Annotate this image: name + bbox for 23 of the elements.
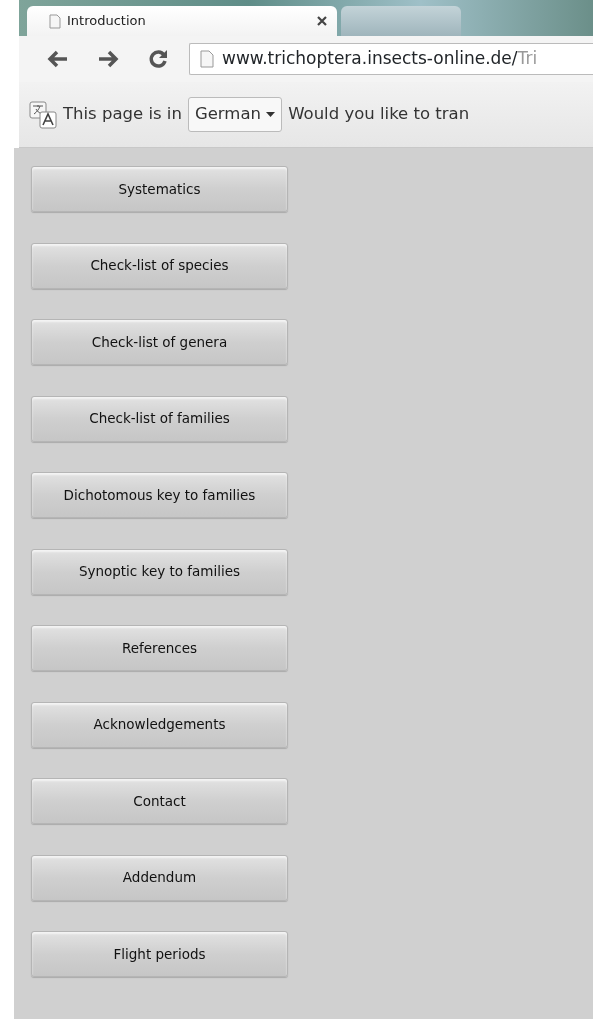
menu-button[interactable]: Check-list of species [31,242,288,289]
menu-button[interactable]: Systematics [31,166,288,212]
menu-button[interactable]: Dichotomous key to families [31,472,288,518]
menu-button[interactable]: Check-list of genera [31,319,288,365]
translate-message: This page is in [63,103,182,126]
translate-icon [29,100,57,129]
caret-icon [266,112,276,118]
translate-question: Would you like to tran [288,103,470,126]
menu-button[interactable]: References [31,625,288,671]
menu-button[interactable]: Addendum [31,854,288,901]
menu-button[interactable]: Contact [31,778,288,824]
address-bar[interactable]: www.trichoptera.insects-online.de/Tri [189,43,593,75]
language-dropdown[interactable]: German [187,97,283,132]
menu-button[interactable]: Acknowledgements [31,701,288,748]
tab-title: Introduction [67,12,147,31]
menu-button[interactable]: Synoptic key to families [31,548,288,595]
menu-button[interactable]: Check-list of families [31,395,288,442]
menu-button[interactable]: Flight periods [31,931,288,977]
url-text: www.trichoptera.insects-online.de/Tri [222,47,538,71]
page-icon [49,13,61,29]
page-icon [200,50,214,68]
browser-tab[interactable]: Introduction [27,6,337,36]
close-icon[interactable] [317,16,327,26]
